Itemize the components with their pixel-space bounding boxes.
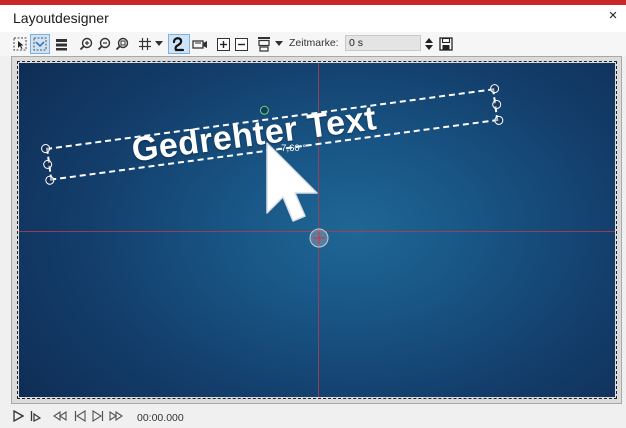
grid-lines-icon bbox=[55, 38, 67, 50]
rewind-icon bbox=[53, 411, 67, 421]
camera-icon bbox=[192, 40, 207, 49]
title-bar: Layoutdesigner × bbox=[0, 5, 626, 32]
play-from-icon bbox=[30, 411, 41, 422]
marquee-select-icon bbox=[33, 37, 47, 51]
resize-handle-top-right[interactable] bbox=[489, 83, 500, 94]
zoom-in-button[interactable] bbox=[78, 35, 94, 53]
text-object[interactable]: Gedrehter Text bbox=[130, 99, 379, 170]
fast-forward-icon bbox=[109, 411, 123, 421]
select-icon bbox=[13, 37, 27, 51]
add-object-button[interactable] bbox=[215, 35, 231, 53]
resize-handle-middle-right[interactable] bbox=[491, 99, 502, 110]
zoom-in-icon bbox=[79, 37, 93, 51]
step-forward-icon bbox=[92, 410, 104, 422]
remove-object-icon bbox=[234, 37, 248, 51]
align-button[interactable] bbox=[256, 35, 272, 53]
stepper-icon bbox=[425, 38, 433, 50]
playback-bar: 00:00.000 bbox=[0, 404, 626, 428]
layout-stage: Gedrehter Text -7,60 ° bbox=[11, 56, 622, 404]
time-display: 00:00.000 bbox=[137, 412, 184, 424]
zoom-fit-button[interactable] bbox=[114, 35, 130, 53]
grid-button[interactable] bbox=[137, 35, 153, 53]
save-icon bbox=[439, 37, 453, 51]
resize-handle-bottom-left[interactable] bbox=[44, 175, 55, 186]
zoom-fit-icon bbox=[115, 37, 129, 51]
add-object-icon bbox=[216, 37, 230, 51]
remove-object-button[interactable] bbox=[233, 35, 249, 53]
layout-canvas[interactable]: Gedrehter Text -7,60 ° bbox=[17, 61, 617, 399]
rewind-button[interactable] bbox=[53, 409, 67, 423]
play-icon bbox=[12, 410, 24, 422]
zoom-out-icon bbox=[97, 37, 111, 51]
layoutdesigner-window: Layoutdesigner × Zeitmarke: 0 s Gedrehte… bbox=[0, 0, 626, 428]
mouse-cursor-icon bbox=[266, 142, 318, 222]
step-back-button[interactable] bbox=[73, 409, 87, 423]
close-button[interactable]: × bbox=[604, 7, 622, 25]
select-tool-button[interactable] bbox=[12, 35, 28, 53]
zoom-out-button[interactable] bbox=[96, 35, 112, 53]
align-icon bbox=[258, 37, 270, 52]
play-button[interactable] bbox=[12, 409, 24, 423]
align-dropdown-button[interactable] bbox=[274, 35, 284, 53]
zeitmarke-label: Zeitmarke: bbox=[289, 37, 339, 49]
fast-forward-button[interactable] bbox=[109, 409, 123, 423]
resize-handle-bottom-right[interactable] bbox=[493, 115, 504, 126]
play-from-button[interactable] bbox=[29, 409, 41, 423]
grid-lines-button[interactable] bbox=[53, 35, 69, 53]
zeitmarke-input[interactable]: 0 s bbox=[345, 35, 421, 51]
marquee-select-button[interactable] bbox=[30, 34, 50, 54]
save-button[interactable] bbox=[438, 35, 454, 53]
align-dropdown-icon bbox=[275, 41, 283, 46]
grid-dropdown-button[interactable] bbox=[154, 35, 164, 53]
path-tool-icon bbox=[172, 37, 185, 52]
grid-dropdown-icon bbox=[155, 41, 163, 46]
step-forward-button[interactable] bbox=[91, 409, 105, 423]
zeitmarke-stepper[interactable] bbox=[423, 35, 435, 53]
step-back-icon bbox=[74, 410, 86, 422]
window-title: Layoutdesigner bbox=[13, 10, 109, 26]
grid-icon bbox=[139, 38, 151, 50]
camera-button[interactable] bbox=[191, 35, 209, 53]
path-tool-button[interactable] bbox=[168, 34, 190, 54]
